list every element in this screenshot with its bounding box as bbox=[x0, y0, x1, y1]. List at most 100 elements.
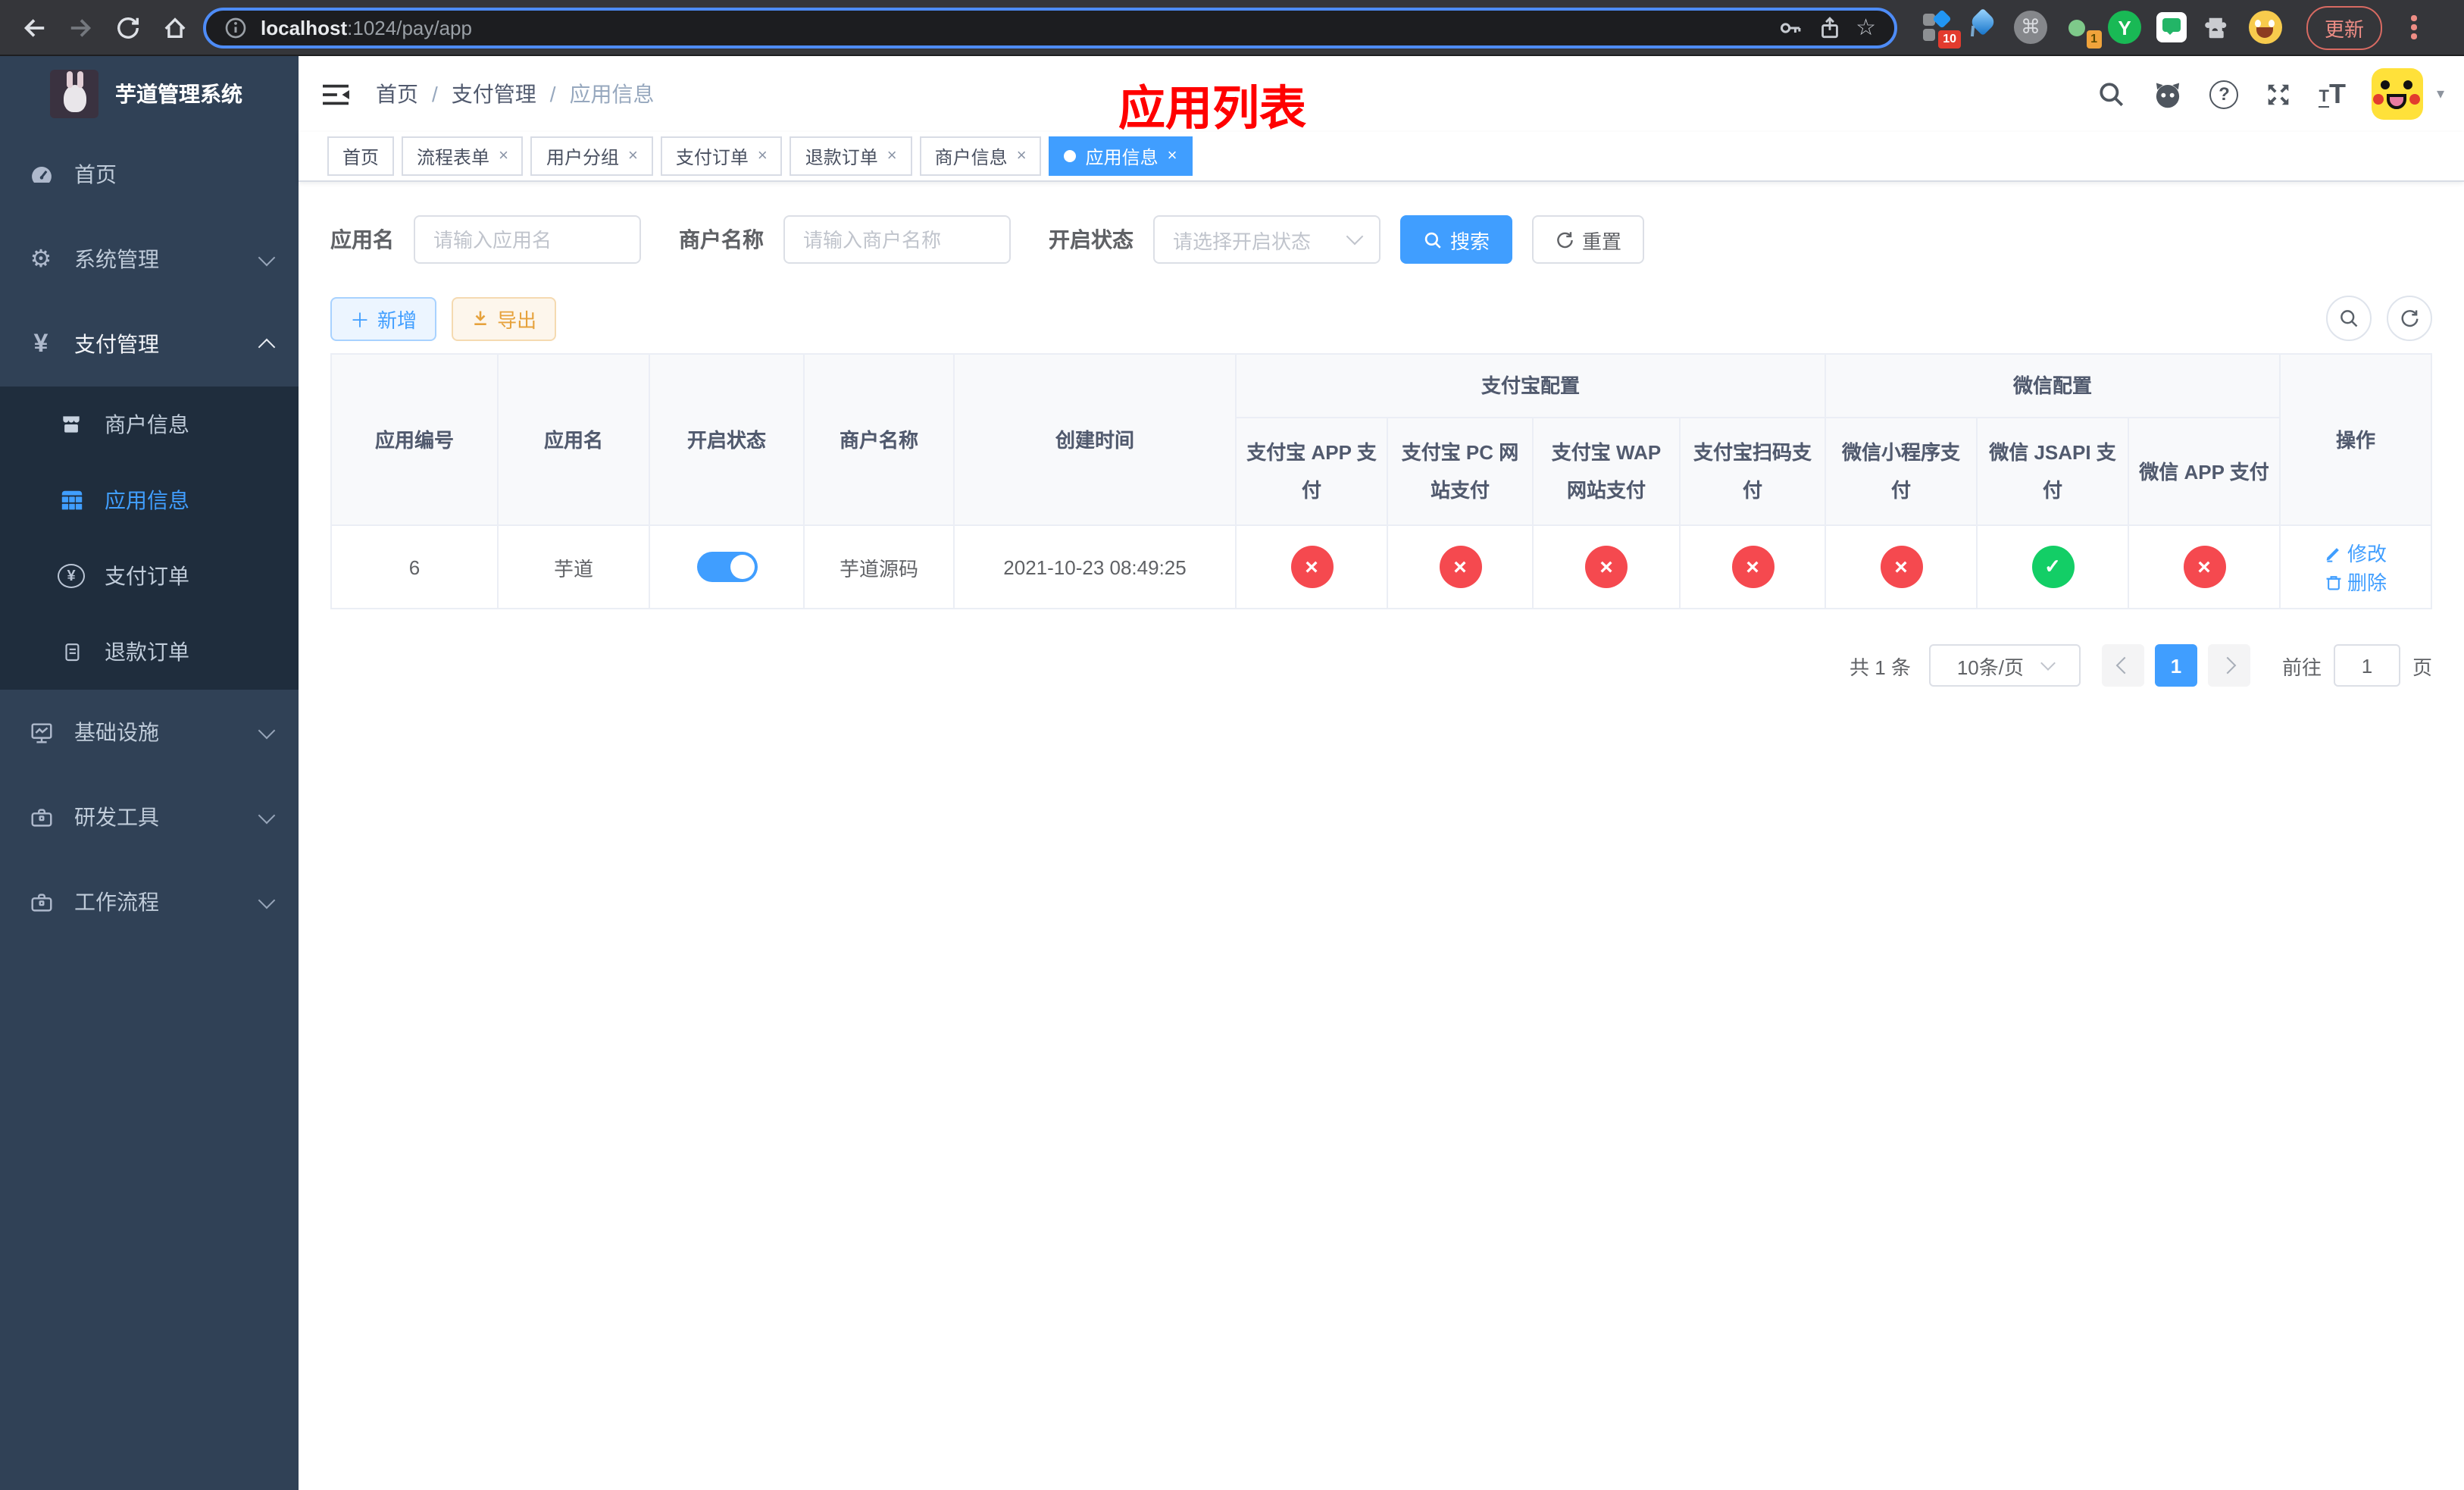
col-wechat-mini: 微信小程序支付 bbox=[1825, 417, 1978, 526]
extension-badge: 1 bbox=[2086, 30, 2102, 49]
close-icon[interactable]: × bbox=[1017, 147, 1027, 165]
sidebar-item-home[interactable]: 首页 bbox=[0, 132, 299, 217]
pagination-total: 共 1 条 bbox=[1850, 656, 1911, 678]
delete-link[interactable]: 删除 bbox=[2325, 567, 2387, 596]
search-form: 应用名 商户名称 开启状态 请选择开启状态 搜索 bbox=[330, 215, 2432, 264]
extension-tampermonkey-icon[interactable]: 10 bbox=[1920, 9, 1961, 49]
browser-update-button[interactable]: 更新 bbox=[2306, 5, 2383, 49]
extension-chat-icon[interactable] bbox=[2156, 12, 2187, 42]
address-bar[interactable]: localhost:1024/pay/app ☆ bbox=[203, 7, 1897, 48]
col-status: 开启状态 bbox=[649, 353, 805, 526]
sidebar-item-system[interactable]: ⚙ 系统管理 bbox=[0, 217, 299, 302]
extensions-puzzle-icon[interactable] bbox=[2203, 12, 2234, 42]
status-cross-icon bbox=[1880, 546, 1923, 588]
add-button[interactable]: ＋ 新增 bbox=[330, 296, 437, 340]
chevron-down-icon bbox=[258, 721, 276, 739]
sidebar: 芋道管理系统 首页 ⚙ 系统管理 ¥ 支付管理 商户信息 应用信息 ¥ 支付订单… bbox=[0, 56, 299, 1490]
close-icon[interactable]: × bbox=[1168, 147, 1177, 165]
chevron-up-icon bbox=[258, 338, 276, 356]
chevron-down-icon bbox=[258, 891, 276, 909]
export-button[interactable]: 导出 bbox=[452, 296, 557, 340]
page-size-select[interactable]: 10条/页 bbox=[1928, 644, 2081, 687]
extension-row: 10 ⌘ 1 Y bbox=[1920, 8, 2282, 49]
status-select[interactable]: 请选择开启状态 bbox=[1153, 215, 1381, 264]
prev-page-button[interactable] bbox=[2101, 644, 2144, 687]
tab-home[interactable]: 首页 bbox=[327, 136, 395, 176]
cell-alipay-pc bbox=[1387, 524, 1534, 609]
tab-app-info[interactable]: 应用信息 × bbox=[1049, 136, 1193, 176]
enabled-toggle[interactable] bbox=[696, 552, 757, 582]
cell-app-id: 6 bbox=[330, 524, 499, 609]
sidebar-item-refund-order[interactable]: 退款订单 bbox=[0, 614, 299, 690]
sidebar-item-workflow[interactable]: 工作流程 bbox=[0, 859, 299, 944]
next-page-button[interactable] bbox=[2207, 644, 2250, 687]
breadcrumb-home[interactable]: 首页 bbox=[376, 79, 418, 109]
sidebar-item-payment[interactable]: ¥ 支付管理 bbox=[0, 302, 299, 387]
status-cross-icon bbox=[1439, 546, 1481, 588]
cell-alipay-app bbox=[1235, 524, 1388, 609]
sidebar-item-label: 系统管理 bbox=[74, 247, 159, 271]
github-icon[interactable] bbox=[2152, 78, 2184, 110]
info-icon[interactable] bbox=[224, 16, 247, 39]
chevron-down-icon bbox=[1346, 227, 1364, 246]
avatar[interactable] bbox=[2371, 68, 2423, 120]
download-icon bbox=[471, 309, 489, 327]
sidebar-item-merchant-info[interactable]: 商户信息 bbox=[0, 387, 299, 462]
share-icon[interactable] bbox=[1816, 14, 1842, 40]
sidebar-item-label: 研发工具 bbox=[74, 805, 159, 829]
app-logo: 芋道管理系统 bbox=[0, 56, 299, 132]
page-unit-label: 页 bbox=[2412, 656, 2432, 678]
app-name-input[interactable] bbox=[414, 215, 641, 264]
close-icon[interactable]: × bbox=[628, 147, 638, 165]
close-icon[interactable]: × bbox=[758, 147, 768, 165]
home-icon[interactable] bbox=[156, 9, 192, 45]
sidebar-item-pay-order[interactable]: ¥ 支付订单 bbox=[0, 538, 299, 614]
toggle-search-button[interactable] bbox=[2326, 296, 2372, 341]
back-icon[interactable] bbox=[15, 9, 52, 45]
dashboard-icon bbox=[27, 161, 55, 187]
goto-page-input[interactable] bbox=[2333, 644, 2400, 687]
browser-menu-icon[interactable] bbox=[2402, 15, 2426, 39]
search-icon[interactable] bbox=[2097, 80, 2126, 108]
page-number-1[interactable]: 1 bbox=[2154, 644, 2197, 687]
breadcrumb-payment[interactable]: 支付管理 bbox=[452, 79, 536, 109]
tab-user-group[interactable]: 用户分组 × bbox=[530, 136, 653, 176]
bookmark-star-icon[interactable]: ☆ bbox=[1856, 14, 1876, 41]
collapse-sidebar-icon[interactable] bbox=[321, 81, 350, 107]
caret-down-icon[interactable]: ▾ bbox=[2437, 86, 2444, 102]
tab-process-form[interactable]: 流程表单 × bbox=[402, 136, 524, 176]
refresh-table-button[interactable] bbox=[2387, 296, 2432, 341]
key-icon[interactable] bbox=[1777, 14, 1803, 40]
extension-y-icon[interactable]: Y bbox=[2108, 11, 2141, 44]
plus-icon: ＋ bbox=[350, 308, 371, 331]
sidebar-item-dev-tools[interactable]: 研发工具 bbox=[0, 775, 299, 859]
cell-status bbox=[649, 524, 805, 609]
edit-link[interactable]: 修改 bbox=[2325, 538, 2387, 567]
main-header: 首页 / 支付管理 / 应用信息 ? T T ▾ bbox=[299, 56, 2464, 132]
help-icon[interactable]: ? bbox=[2209, 80, 2239, 108]
tab-pay-order[interactable]: 支付订单 × bbox=[660, 136, 783, 176]
cell-create-time: 2021-10-23 08:49:25 bbox=[953, 524, 1237, 609]
tab-merchant-info[interactable]: 商户信息 × bbox=[919, 136, 1042, 176]
extension-command-icon[interactable]: ⌘ bbox=[2014, 11, 2047, 44]
url-host: localhost bbox=[261, 16, 348, 39]
close-icon[interactable]: × bbox=[887, 147, 897, 165]
chevron-down-icon bbox=[2040, 656, 2055, 671]
sidebar-item-infrastructure[interactable]: 基础设施 bbox=[0, 690, 299, 775]
extension-switcher-icon[interactable]: 1 bbox=[2061, 11, 2102, 49]
merchant-name-input[interactable] bbox=[783, 215, 1011, 264]
sidebar-item-label: 首页 bbox=[74, 162, 117, 186]
font-size-icon[interactable]: TT bbox=[2319, 80, 2346, 107]
reset-button[interactable]: 重置 bbox=[1532, 215, 1645, 264]
tab-refund-order[interactable]: 退款订单 × bbox=[790, 136, 912, 176]
extension-kite-icon[interactable] bbox=[1967, 8, 2000, 44]
chevron-down-icon bbox=[258, 248, 276, 266]
reload-icon[interactable] bbox=[109, 9, 145, 45]
yen-icon: ¥ bbox=[33, 329, 48, 358]
forward-icon bbox=[62, 9, 98, 45]
close-icon[interactable]: × bbox=[499, 147, 508, 165]
extension-emoji-icon[interactable] bbox=[2249, 11, 2282, 44]
search-button[interactable]: 搜索 bbox=[1400, 215, 1513, 264]
sidebar-item-app-info[interactable]: 应用信息 bbox=[0, 462, 299, 538]
fullscreen-icon[interactable] bbox=[2264, 80, 2293, 108]
